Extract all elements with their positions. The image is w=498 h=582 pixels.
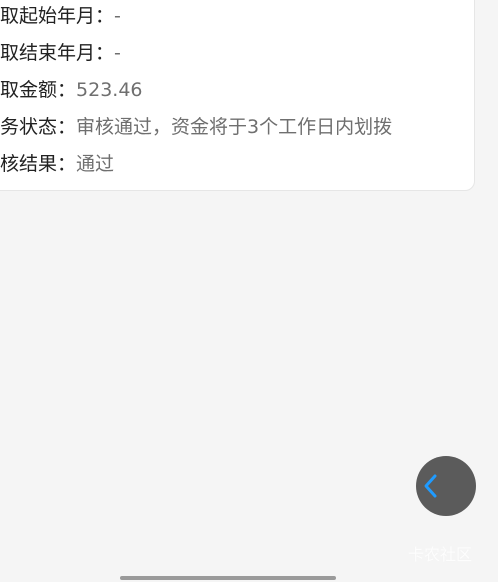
detail-row-amount: 提取金额：523.46 xyxy=(0,76,143,104)
detail-row-end-month: 提取结束年月：- xyxy=(0,39,121,67)
detail-label: 审核结果： xyxy=(0,153,77,175)
withdrawal-detail-card: 提取起始年月：- 提取结束年月：- 提取金额：523.46 业务状态：审核通过，… xyxy=(0,0,475,191)
chevron-left-icon xyxy=(424,474,437,498)
detail-value: 523.46 xyxy=(76,79,143,101)
detail-value: 审核通过，资金将于3个工作日内划拨 xyxy=(76,116,393,138)
detail-value: - xyxy=(114,42,121,64)
home-indicator[interactable] xyxy=(120,576,336,580)
back-floating-button[interactable] xyxy=(416,456,476,516)
detail-label: 提取起始年月： xyxy=(0,5,115,27)
detail-row-status: 业务状态：审核通过，资金将于3个工作日内划拨 xyxy=(0,113,392,141)
detail-row-result: 审核结果：通过 xyxy=(0,150,114,178)
detail-label: 提取结束年月： xyxy=(0,42,115,64)
screen: 提取起始年月：- 提取结束年月：- 提取金额：523.46 业务状态：审核通过，… xyxy=(0,0,498,582)
watermark: 卡农社区 xyxy=(408,545,473,564)
detail-value: 通过 xyxy=(76,153,115,175)
detail-value: - xyxy=(114,5,121,27)
detail-label: 提取金额： xyxy=(0,79,77,101)
detail-row-start-month: 提取起始年月：- xyxy=(0,2,121,30)
detail-label: 业务状态： xyxy=(0,116,77,138)
